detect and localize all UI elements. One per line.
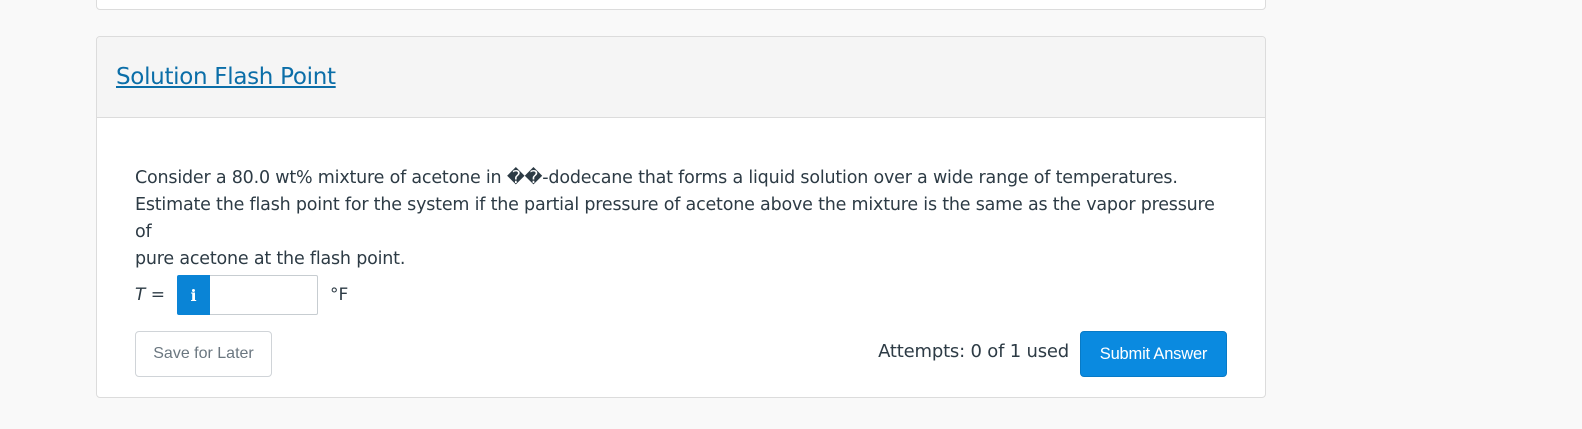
answer-input[interactable] <box>210 275 319 315</box>
question-line-1: Consider a 80.0 wt% mixture of acetone i… <box>135 168 1178 188</box>
card-header: Solution Flash Point <box>97 37 1265 118</box>
info-icon[interactable]: i <box>177 275 211 315</box>
submit-answer-button[interactable]: Submit Answer <box>1080 331 1227 377</box>
question-text: Consider a 80.0 wt% mixture of acetone i… <box>135 165 1235 273</box>
question-line-3: pure acetone at the flash point. <box>135 249 406 269</box>
question-card: Solution Flash Point Consider a 80.0 wt%… <box>96 36 1266 398</box>
answer-row: T = i °F <box>135 274 348 316</box>
attempts-counter: Attempts: 0 of 1 used <box>878 341 1069 362</box>
variable-symbol: T <box>135 285 146 305</box>
question-title-link[interactable]: Solution Flash Point <box>116 64 336 90</box>
equals-sign: = <box>145 285 166 305</box>
variable-label: T = <box>135 285 165 305</box>
save-for-later-button[interactable]: Save for Later <box>135 331 272 377</box>
previous-card <box>96 0 1266 10</box>
unit-label: °F <box>330 285 349 305</box>
question-line-2: Estimate the flash point for the system … <box>135 195 1215 242</box>
